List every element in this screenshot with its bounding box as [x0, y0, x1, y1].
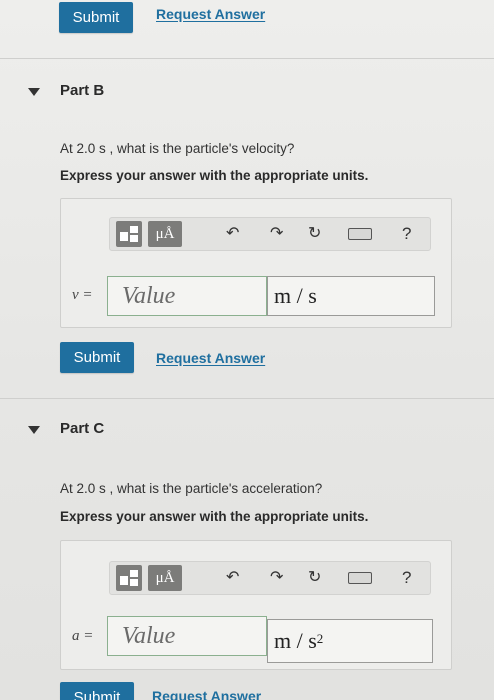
part-b-question: At 2.0 s , what is the particle's veloci…	[60, 141, 295, 156]
part-c-variable-label: a =	[72, 628, 94, 644]
part-b-variable-label: v =	[72, 287, 93, 303]
part-a-submit-button[interactable]: Submit	[59, 2, 133, 33]
keyboard-icon[interactable]	[348, 572, 372, 584]
part-c-instruction: Express your answer with the appropriate…	[60, 509, 369, 524]
part-c-title[interactable]: Part C	[60, 420, 104, 437]
help-icon[interactable]: ?	[402, 568, 411, 588]
symbols-button[interactable]: μÅ	[148, 565, 182, 591]
reset-icon[interactable]: ↻	[308, 567, 321, 586]
redo-icon[interactable]: ↷	[270, 567, 283, 586]
caret-down-icon[interactable]	[28, 426, 40, 434]
part-b-instruction: Express your answer with the appropriate…	[60, 168, 369, 183]
symbols-button[interactable]: μÅ	[148, 221, 182, 247]
part-c-units-exponent: 2	[316, 631, 324, 646]
part-b-request-answer-link[interactable]: Request Answer	[156, 350, 265, 366]
templates-icon[interactable]	[116, 221, 142, 247]
keyboard-icon[interactable]	[348, 228, 372, 240]
part-c-submit-button[interactable]: Submit	[60, 682, 134, 700]
part-b-math-toolbar: μÅ ↶ ↷ ↻ ?	[109, 217, 431, 251]
undo-icon[interactable]: ↶	[226, 567, 239, 586]
help-icon[interactable]: ?	[402, 224, 411, 244]
page: Submit Request Answer Part B At 2.0 s , …	[0, 0, 494, 700]
divider	[0, 398, 494, 399]
part-c-value-input[interactable]: Value	[107, 616, 267, 656]
templates-icon[interactable]	[116, 565, 142, 591]
part-c-units-text: m / s	[274, 628, 317, 653]
part-b-submit-button[interactable]: Submit	[60, 342, 134, 373]
part-b-value-input[interactable]: Value	[107, 276, 267, 316]
part-a-request-answer-link[interactable]: Request Answer	[156, 6, 265, 22]
part-c-answer-box: μÅ ↶ ↷ ↻ ? a = Value m / s2	[60, 540, 452, 670]
part-c-request-answer-link[interactable]: Request Answer	[152, 688, 261, 700]
part-b-title[interactable]: Part B	[60, 82, 104, 99]
part-b-answer-box: μÅ ↶ ↷ ↻ ? v = Value m / s	[60, 198, 452, 328]
caret-down-icon[interactable]	[28, 88, 40, 96]
part-c-units-input[interactable]: m / s2	[267, 619, 433, 663]
part-c-math-toolbar: μÅ ↶ ↷ ↻ ?	[109, 561, 431, 595]
undo-icon[interactable]: ↶	[226, 223, 239, 242]
part-b-units-input[interactable]: m / s	[267, 276, 435, 316]
redo-icon[interactable]: ↷	[270, 223, 283, 242]
reset-icon[interactable]: ↻	[308, 223, 321, 242]
part-c-question: At 2.0 s , what is the particle's accele…	[60, 481, 323, 496]
divider	[0, 58, 494, 59]
